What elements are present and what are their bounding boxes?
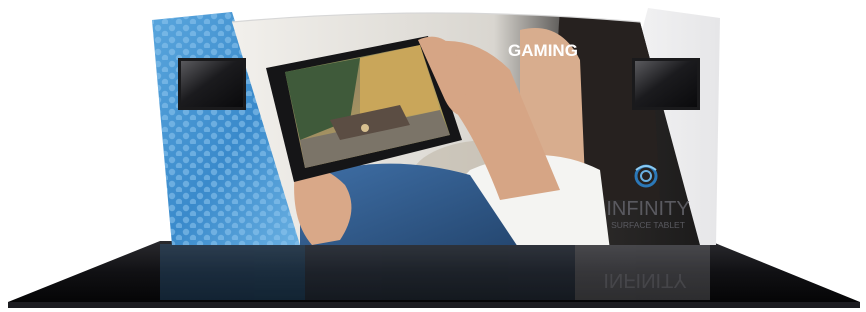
left-monitor [178, 58, 246, 110]
floor-reflection-text: INFINITY [603, 269, 686, 291]
trade-show-booth-scene: INFINITY GAMING INFINITY SURFACE TABLET [0, 0, 866, 312]
brand-name: INFINITY [606, 198, 689, 220]
booth-illustration: INFINITY GAMING INFINITY SURFACE TABLET [8, 8, 860, 308]
brand-tagline: SURFACE TABLET [611, 220, 685, 230]
floor-edge [8, 302, 860, 308]
gaming-label: GAMING [508, 41, 578, 60]
right-monitor [632, 58, 700, 110]
